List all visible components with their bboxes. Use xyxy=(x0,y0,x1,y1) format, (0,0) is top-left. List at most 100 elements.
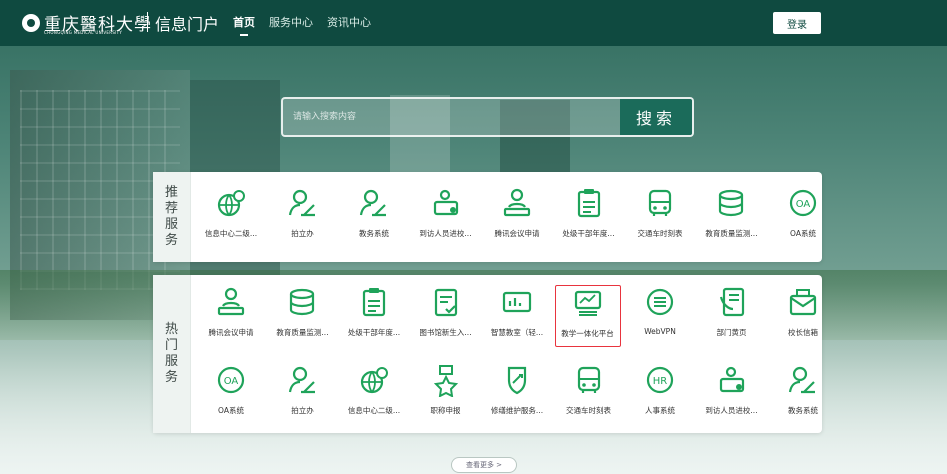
view-more-button[interactable]: 查看更多 > xyxy=(451,457,517,473)
label-char: 服 xyxy=(164,354,178,369)
globe-pin-icon xyxy=(214,186,248,220)
search-input[interactable] xyxy=(283,99,620,135)
svg-text:OA: OA xyxy=(224,376,239,387)
service-item[interactable]: 教育质量监测... xyxy=(698,186,766,252)
service-item[interactable]: 交通车时刻表 xyxy=(555,363,623,429)
service-item-label: 交通车时刻表 xyxy=(637,229,683,238)
database-icon xyxy=(715,186,749,220)
service-item-label: 信息中心二级... xyxy=(347,406,401,415)
hr-icon: HR xyxy=(643,363,677,397)
service-item[interactable]: 信息中心二级... xyxy=(340,363,408,429)
nav-news-center[interactable]: 资讯中心 xyxy=(320,0,378,46)
service-item[interactable]: 修缮维护服务... xyxy=(483,363,551,429)
service-item[interactable]: 拍立办 xyxy=(269,363,337,429)
service-item[interactable]: 到访人员进校... xyxy=(412,186,480,252)
service-item-label: 教育质量监测... xyxy=(705,229,758,238)
user-edit-icon xyxy=(786,363,820,397)
service-item-label: 教务系统 xyxy=(788,406,818,415)
service-item-label: 腾讯会议申请 xyxy=(494,229,540,238)
service-item[interactable]: 腾讯会议申请 xyxy=(483,186,551,252)
oa-icon: OA xyxy=(786,186,820,220)
book-check-icon xyxy=(429,285,463,319)
service-item-label: 部门黄页 xyxy=(716,328,747,337)
label-char: 务 xyxy=(164,233,178,248)
award-icon xyxy=(429,363,463,398)
service-item[interactable]: 教务系统 xyxy=(769,363,837,429)
nav-service-center[interactable]: 服务中心 xyxy=(262,0,320,46)
service-item-label: 拍立办 xyxy=(291,406,314,415)
label-char: 务 xyxy=(164,370,178,385)
service-item[interactable]: 信息中心二级... xyxy=(197,186,265,252)
service-item-label: 校长信箱 xyxy=(788,328,818,337)
mail-icon xyxy=(786,285,820,319)
service-item-label: 智慧教室（轻... xyxy=(490,328,544,337)
phone-book-icon xyxy=(715,285,749,319)
service-item-label: 到访人员进校... xyxy=(705,406,758,415)
service-item[interactable]: 图书馆新生入... xyxy=(412,285,480,351)
service-item[interactable]: 智慧教室（轻... xyxy=(483,285,551,351)
service-item[interactable]: 部门黄页 xyxy=(698,285,766,351)
service-item-label: 处级干部年度... xyxy=(347,328,401,337)
svg-text:HR: HR xyxy=(653,376,668,387)
service-item[interactable]: 交通车时刻表 xyxy=(626,186,694,252)
service-item-label: 教务系统 xyxy=(359,229,389,238)
service-item-label: 交通车时刻表 xyxy=(566,406,611,415)
user-edit-icon xyxy=(286,186,320,220)
service-item[interactable]: OA OA系统 xyxy=(769,186,837,252)
label-char: 热 xyxy=(164,322,178,337)
service-item[interactable]: 处级干部年度... xyxy=(340,285,408,351)
recommended-services-panel: 推 荐 服 务 信息中心二级... 拍立办 教务系统 到访人员进校... 腾讯会议申请 处… xyxy=(153,172,822,262)
portal-title: 信息门户 xyxy=(155,15,220,34)
teaching-platform-icon xyxy=(571,286,605,320)
service-item[interactable]: 教学一体化平台 xyxy=(554,285,621,347)
service-item-label: 教育质量监测... xyxy=(276,328,329,337)
service-item-label: 人事系统 xyxy=(645,406,675,415)
service-item[interactable]: 到访人员进校... xyxy=(698,363,766,429)
label-char: 荐 xyxy=(164,201,178,216)
user-edit-icon xyxy=(286,363,320,397)
top-header: 重庆醫科大學 CHONGQING MEDICAL UNIVERSITY 信息门户… xyxy=(0,0,947,46)
visitor-icon xyxy=(715,363,749,397)
service-item-label: 职称申报 xyxy=(430,406,461,415)
service-item-label: 图书馆新生入... xyxy=(419,328,472,337)
service-item-label: WebVPN xyxy=(644,327,676,336)
service-item[interactable]: 腾讯会议申请 xyxy=(197,285,265,351)
hot-services-label: 热 门 服 务 xyxy=(153,275,191,433)
oa-icon: OA xyxy=(214,363,248,397)
user-edit-icon xyxy=(357,186,391,220)
service-item[interactable]: 职称申报 xyxy=(412,363,480,429)
hot-services-panel: 热 门 服 务 腾讯会议申请 教育质量监测... 处级干部年度... 图书馆新生入..… xyxy=(153,275,822,433)
service-item[interactable]: 处级干部年度... xyxy=(555,186,623,252)
clipboard-icon xyxy=(572,186,606,220)
service-item[interactable]: 教务系统 xyxy=(340,186,408,252)
main-nav: 首页 服务中心 资讯中心 xyxy=(226,0,378,46)
smart-classroom-icon xyxy=(500,285,534,319)
svg-text:OA: OA xyxy=(796,199,811,210)
clipboard-icon xyxy=(357,285,391,319)
visitor-icon xyxy=(429,186,463,220)
service-item-label: 修缮维护服务... xyxy=(490,406,544,415)
recommended-services-label: 推 荐 服 务 xyxy=(153,172,191,262)
search-bar: 搜索 xyxy=(281,97,694,137)
search-button[interactable]: 搜索 xyxy=(620,99,692,135)
service-item[interactable]: 教育质量监测... xyxy=(269,285,337,351)
repair-icon xyxy=(500,363,534,397)
service-item[interactable]: 拍立办 xyxy=(269,186,337,252)
bus-icon xyxy=(572,363,606,397)
service-item[interactable]: HR 人事系统 xyxy=(626,363,694,429)
service-item-label: 处级干部年度... xyxy=(562,229,615,238)
service-item-label: 拍立办 xyxy=(291,229,314,238)
logo-divider xyxy=(147,12,148,32)
label-char: 门 xyxy=(164,338,178,353)
service-item-label: OA系统 xyxy=(790,229,816,238)
service-item-label: 腾讯会议申请 xyxy=(208,328,254,337)
university-seal-icon xyxy=(22,14,40,32)
service-item[interactable]: OA OA系统 xyxy=(197,363,265,429)
login-button[interactable]: 登录 xyxy=(773,12,821,34)
nav-home[interactable]: 首页 xyxy=(226,0,262,46)
label-char: 推 xyxy=(164,185,178,200)
globe-pin-icon xyxy=(357,363,391,397)
service-item-label: 教学一体化平台 xyxy=(561,329,614,338)
service-item[interactable]: 校长信箱 xyxy=(769,285,837,351)
service-item[interactable]: WebVPN xyxy=(626,285,694,351)
